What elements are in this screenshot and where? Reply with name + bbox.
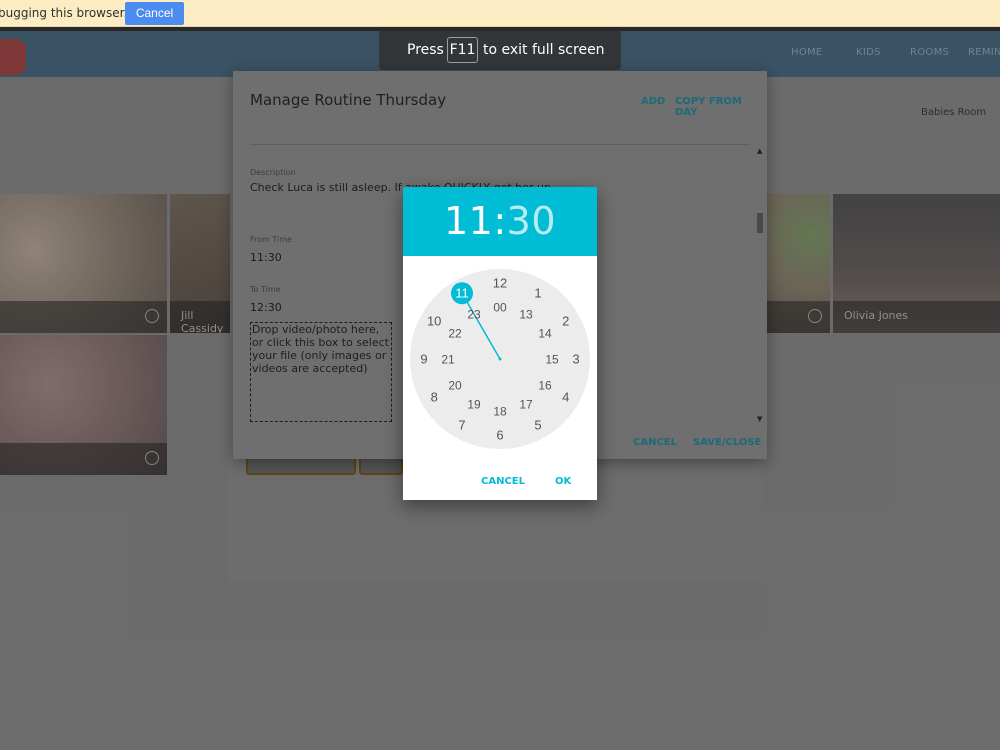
hour-label-2[interactable]: 2 [562,314,569,329]
clock-face[interactable]: 121234567891011 00 1314151617181920212223 [410,269,590,449]
time-separator: : [493,199,507,243]
save-close-button[interactable]: SAVE/CLOSE [693,437,761,448]
hour-label-11[interactable]: 11 [455,286,469,301]
time-picker-dialog: 11:30 12 1 2 3 4 5 6 7 8 9 10 11 00 13 14 15 16 17 18 19 20… [403,187,597,500]
hour-label-9[interactable]: 9 [420,352,427,367]
infobar-cancel-button[interactable]: Cancel [125,2,184,25]
time-picker-header: 11:30 [403,187,597,256]
debugging-infobar: bugging this browser. Cancel [0,0,1000,27]
minutes-display[interactable]: 30 [507,199,556,243]
hour-label-4[interactable]: 4 [562,390,569,405]
media-dropzone[interactable]: Drop video/photo here, or click this box… [250,322,392,422]
dialog-title: Manage Routine Thursday [250,91,447,109]
hour-label-3[interactable]: 3 [572,352,579,367]
hour-label-inner-18[interactable]: 18 [493,405,507,419]
dropzone-instructions: Drop video/photo here, or click this box… [252,323,389,375]
hour-label-inner-16[interactable]: 16 [538,379,552,393]
hour-label-inner-19[interactable]: 19 [467,398,481,412]
to-time-label: To Time [250,285,281,294]
description-label: Description [250,168,296,177]
to-time-value[interactable]: 12:30 [250,301,282,314]
hour-label-inner-20[interactable]: 20 [448,379,462,393]
fullscreen-press-text: Press [407,42,444,58]
f11-key-badge: F11 [447,37,478,63]
hour-label-inner-13[interactable]: 13 [519,308,533,322]
from-time-value[interactable]: 11:30 [250,251,282,264]
hour-label-8[interactable]: 8 [431,390,438,405]
dialog-divider [250,144,750,145]
time-display: 11:30 [403,199,597,243]
clock-center-dot [498,357,502,361]
infobar-message: bugging this browser. [0,6,128,20]
dialog-scrollbar[interactable]: ▲ ▼ [756,147,765,423]
dialog-cancel-button[interactable]: CANCEL [633,437,677,448]
fullscreen-exit-text: to exit full screen [483,42,605,58]
fullscreen-toast: Press F11 to exit full screen [379,31,621,70]
add-button[interactable]: ADD [641,96,665,107]
hour-label-10[interactable]: 10 [427,314,441,329]
hour-label-inner-23[interactable]: 23 [467,308,481,322]
hour-label-inner-22[interactable]: 22 [448,327,462,341]
copy-from-day-button[interactable]: COPY FROM DAY [675,96,767,118]
scroll-up-arrow-icon[interactable]: ▲ [757,147,762,155]
hour-label-inner-15[interactable]: 15 [545,353,559,367]
scrollbar-thumb[interactable] [757,213,763,233]
scroll-down-arrow-icon[interactable]: ▼ [757,415,762,423]
hour-label-inner-17[interactable]: 17 [519,398,533,412]
hour-label-6[interactable]: 6 [496,428,503,443]
hour-label-7[interactable]: 7 [458,417,465,432]
picker-ok-button[interactable]: OK [555,476,571,487]
hours-display[interactable]: 11 [444,199,493,243]
picker-cancel-button[interactable]: CANCEL [481,476,525,487]
hour-label-1[interactable]: 1 [534,286,541,301]
hour-label-inner-14[interactable]: 14 [538,327,552,341]
hour-label-5[interactable]: 5 [534,417,541,432]
hour-label-inner-21[interactable]: 21 [441,353,455,367]
hour-label-inner-00[interactable]: 00 [493,301,507,315]
from-time-label: From Time [250,235,292,244]
hour-label-12[interactable]: 12 [493,276,507,291]
